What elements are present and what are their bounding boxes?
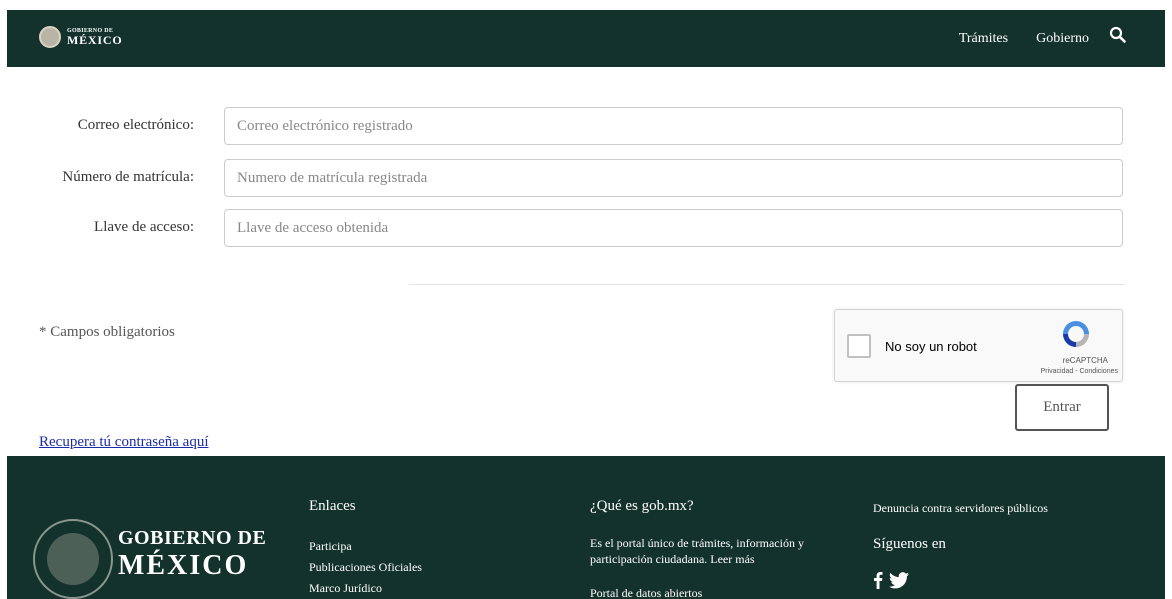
facebook-icon[interactable] xyxy=(873,571,883,594)
recaptcha-logo-icon xyxy=(1063,321,1089,347)
access-key-label: Llave de acceso: xyxy=(94,219,194,235)
main-nav: Trámites Gobierno xyxy=(931,10,1127,67)
access-key-field[interactable] xyxy=(224,209,1123,247)
footer-open-data-link[interactable]: Portal de datos abiertos xyxy=(590,586,702,599)
footer-complaint-link[interactable]: Denuncia contra servidores públicos xyxy=(873,501,1048,516)
recaptcha-brand: reCAPTCHA xyxy=(1062,356,1108,365)
footer-link-marco-juridico[interactable]: Marco Jurídico xyxy=(309,581,382,596)
site-footer: GOBIERNO DE MÉXICO Enlaces Participa Pub… xyxy=(7,456,1165,599)
logo-big-text: MÉXICO xyxy=(67,33,123,47)
social-links xyxy=(873,571,909,594)
recaptcha-terms-link[interactable]: Privacidad - Condiciones xyxy=(1041,368,1118,375)
footer-about-text: Es el portal único de trámites, informac… xyxy=(590,536,804,566)
gobierno-logo[interactable]: GOBIERNO DE MÉXICO xyxy=(39,26,122,48)
matricula-row: Número de matrícula: xyxy=(0,159,1172,197)
footer-logo-line2: MÉXICO xyxy=(118,550,249,581)
nav-link-gobierno[interactable]: Gobierno xyxy=(1036,31,1089,47)
access-key-row: Llave de acceso: xyxy=(0,209,1172,247)
footer-links-title: Enlaces xyxy=(309,498,356,514)
footer-logo[interactable]: GOBIERNO DE MÉXICO xyxy=(118,528,266,580)
recaptcha-widget: No soy un robot reCAPTCHA Privacidad - C… xyxy=(834,309,1123,382)
submit-button[interactable]: Entrar xyxy=(1015,384,1109,431)
twitter-icon[interactable] xyxy=(889,571,909,594)
footer-link-publicaciones[interactable]: Publicaciones Oficiales xyxy=(309,560,422,575)
email-row: Correo electrónico: xyxy=(0,107,1172,145)
recover-password-link[interactable]: Recupera tú contraseña aquí xyxy=(39,434,209,451)
email-field[interactable] xyxy=(224,107,1123,145)
matricula-label: Número de matrícula: xyxy=(62,169,194,185)
search-icon[interactable] xyxy=(1109,26,1127,44)
email-label: Correo electrónico: xyxy=(77,117,194,133)
footer-about-title: ¿Qué es gob.mx? xyxy=(590,498,694,514)
matricula-field[interactable] xyxy=(224,159,1123,197)
logo-text: GOBIERNO DE MÉXICO xyxy=(67,28,122,46)
seal-icon xyxy=(39,26,61,48)
footer-follow-title: Síguenos en xyxy=(873,536,946,552)
form-divider xyxy=(409,284,1125,285)
nav-link-tramites[interactable]: Trámites xyxy=(959,31,1008,47)
seal-center xyxy=(47,533,99,585)
recaptcha-label: No soy un robot xyxy=(885,339,977,354)
top-navbar: GOBIERNO DE MÉXICO Trámites Gobierno xyxy=(7,10,1165,67)
national-seal-icon xyxy=(33,519,113,599)
required-fields-note: * Campos obligatorios xyxy=(39,324,175,340)
recaptcha-checkbox[interactable] xyxy=(847,334,871,358)
footer-link-participa[interactable]: Participa xyxy=(309,539,352,554)
footer-logo-line1: GOBIERNO DE xyxy=(118,527,267,549)
